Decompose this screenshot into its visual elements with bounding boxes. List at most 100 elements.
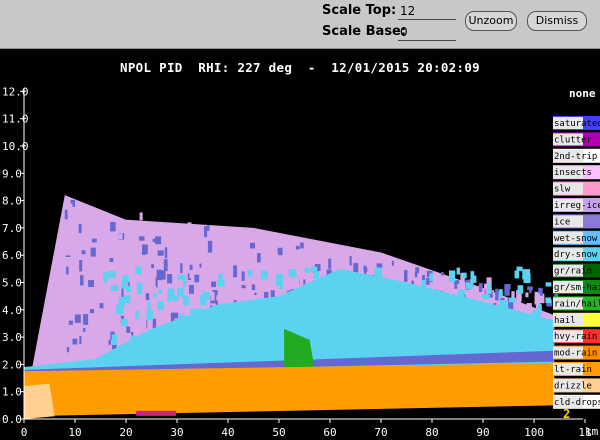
snow-streak [130, 335, 136, 342]
echo-streak [64, 256, 71, 267]
echo-streak [118, 233, 123, 240]
snow-streak [448, 270, 456, 283]
y-tick-label: 2.0 [2, 358, 22, 371]
snow-streak [308, 315, 315, 320]
echo-streak [91, 238, 97, 243]
echo-streak [90, 247, 96, 257]
snow-streak [290, 305, 297, 312]
snow-streak [260, 270, 268, 280]
snow-streak [179, 313, 185, 321]
snow-streak [416, 288, 421, 300]
legend-item-label: gr/rain [554, 267, 592, 277]
snow-streak [172, 295, 179, 301]
snow-streak [517, 285, 524, 294]
snow-streak [126, 285, 131, 292]
echo-streak [157, 250, 164, 256]
echo-streak [163, 259, 168, 272]
echo-streak [272, 253, 279, 262]
echo-streak [112, 314, 117, 327]
snow-streak [421, 279, 427, 292]
snow-streak [489, 326, 497, 334]
echo-streak [525, 292, 529, 298]
x-tick-label: 60 [323, 426, 336, 439]
legend-item-label: saturated [554, 119, 600, 129]
echo-streak [283, 266, 287, 271]
echo-streak [68, 320, 73, 325]
echo-streak [70, 255, 76, 265]
snow-streak [442, 293, 451, 304]
snow-streak [448, 320, 456, 332]
rhi-plot[interactable]: 0.0 1.0 2.0 3.0 4.0 5.0 6.0 7.0 8.0 9.0 10.0 11.0 12… [0, 0, 600, 440]
snow-streak [202, 292, 207, 302]
snow-streak [381, 287, 389, 292]
echo-streak [408, 264, 411, 276]
pid-data-layer [24, 195, 559, 419]
echo-streak [155, 277, 158, 288]
x-tick-label: 0 [21, 426, 28, 439]
y-tick-label: 0.0 [2, 413, 22, 426]
snow-streak [237, 312, 244, 318]
snow-streak [405, 286, 411, 293]
echo-streak [440, 272, 444, 276]
echo-streak [199, 242, 204, 249]
snow-streak [141, 332, 149, 339]
snow-streak [298, 327, 305, 335]
echo-streak [249, 242, 255, 249]
echo-streak [288, 254, 294, 263]
snow-streak [408, 336, 417, 345]
legend-item-label: mod-rain [554, 349, 597, 359]
snow-streak [122, 275, 129, 284]
snow-streak [238, 333, 246, 342]
snow-streak [369, 292, 375, 301]
echo-streak [307, 251, 314, 256]
echo-streak [285, 244, 288, 250]
echo-streak [189, 270, 196, 279]
echo-streak [233, 265, 238, 278]
echo-streak [207, 240, 213, 253]
snow-streak [324, 306, 328, 316]
echo-streak [211, 291, 215, 301]
snow-streak [279, 283, 284, 290]
echo-streak [217, 228, 222, 240]
snow-streak [299, 293, 306, 306]
y-tick-label: 10.0 [2, 140, 29, 153]
echo-streak [271, 272, 276, 280]
snow-streak [276, 313, 285, 319]
snow-streak [545, 297, 552, 304]
snow-streak [147, 301, 151, 312]
legend-item-label: rain/hail [554, 299, 600, 309]
rain-layer [24, 363, 555, 417]
snow-streak [182, 295, 189, 306]
echo-streak [269, 240, 275, 252]
y-tick-label: 3.0 [2, 331, 22, 344]
echo-streak [199, 263, 202, 268]
snow-streak [462, 272, 467, 279]
snow-streak [317, 314, 324, 321]
legend-item-label: lt-rain [554, 365, 592, 375]
echo-streak [506, 284, 511, 290]
y-tick-label: 7.0 [2, 222, 22, 235]
snow-streak [440, 327, 444, 339]
snow-streak [474, 311, 478, 321]
echo-streak [251, 284, 256, 291]
echo-streak [391, 260, 394, 266]
echo-streak [234, 283, 238, 287]
snow-streak [346, 307, 350, 313]
y-tick-label: 11.0 [2, 113, 29, 126]
echo-streak [139, 212, 143, 221]
x-tick-label: 50 [272, 426, 285, 439]
x-ticks: 0 10 20 30 40 50 60 70 80 90 100 11 [21, 419, 592, 439]
y-tick-label: 8.0 [2, 195, 22, 208]
echo-streak [159, 270, 166, 280]
y-tick-label: 12.0 [2, 85, 29, 98]
echo-streak [486, 277, 492, 285]
snow-streak [332, 329, 337, 341]
legend-item-label: irreg-ice [554, 201, 600, 211]
snow-streak [121, 318, 128, 326]
snow-streak [347, 329, 355, 337]
snow-streak [262, 328, 268, 341]
echo-streak [79, 260, 83, 272]
snow-streak [532, 309, 540, 320]
snow-streak [516, 266, 523, 272]
snow-streak [487, 283, 492, 294]
